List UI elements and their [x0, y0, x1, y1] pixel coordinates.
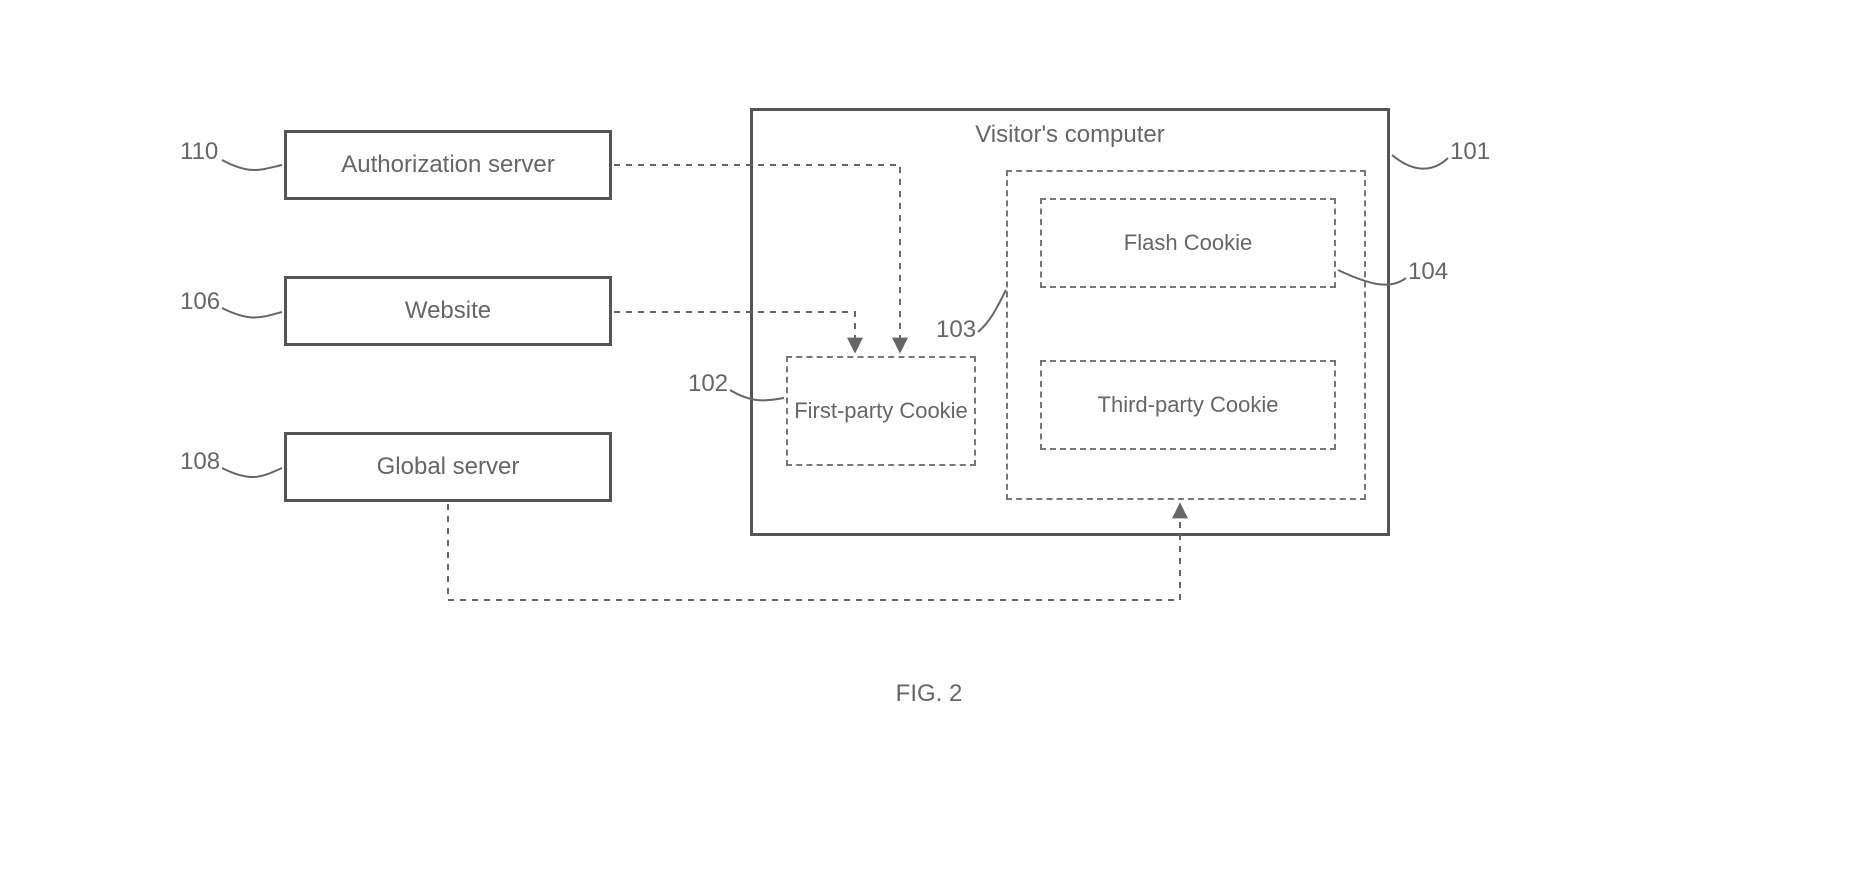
first-party-cookie-label: First-party Cookie: [794, 398, 968, 424]
ref-110: 110: [180, 138, 218, 166]
third-party-cookie-box: Third-party Cookie: [1040, 360, 1336, 450]
ref-108: 108: [180, 448, 220, 476]
global-server-label: Global server: [377, 453, 520, 481]
third-party-cookie-label: Third-party Cookie: [1098, 392, 1279, 418]
flash-cookie-box: Flash Cookie: [1040, 198, 1336, 288]
leader-108: [222, 468, 282, 477]
ref-103: 103: [936, 316, 976, 344]
visitors-computer-title: Visitor's computer: [753, 121, 1387, 149]
figure-caption: FIG. 2: [0, 680, 1858, 708]
leader-106: [222, 308, 282, 318]
website-box: Website: [284, 276, 612, 346]
authorization-server-box: Authorization server: [284, 130, 612, 200]
leader-110: [222, 160, 282, 170]
ref-104: 104: [1408, 258, 1448, 286]
leader-101: [1392, 155, 1448, 169]
flash-cookie-label: Flash Cookie: [1124, 230, 1252, 256]
authorization-server-label: Authorization server: [341, 151, 554, 179]
ref-106: 106: [180, 288, 220, 316]
ref-102: 102: [688, 370, 728, 398]
ref-101: 101: [1450, 138, 1490, 166]
first-party-cookie-box: First-party Cookie: [786, 356, 976, 466]
website-label: Website: [405, 297, 491, 325]
global-server-box: Global server: [284, 432, 612, 502]
